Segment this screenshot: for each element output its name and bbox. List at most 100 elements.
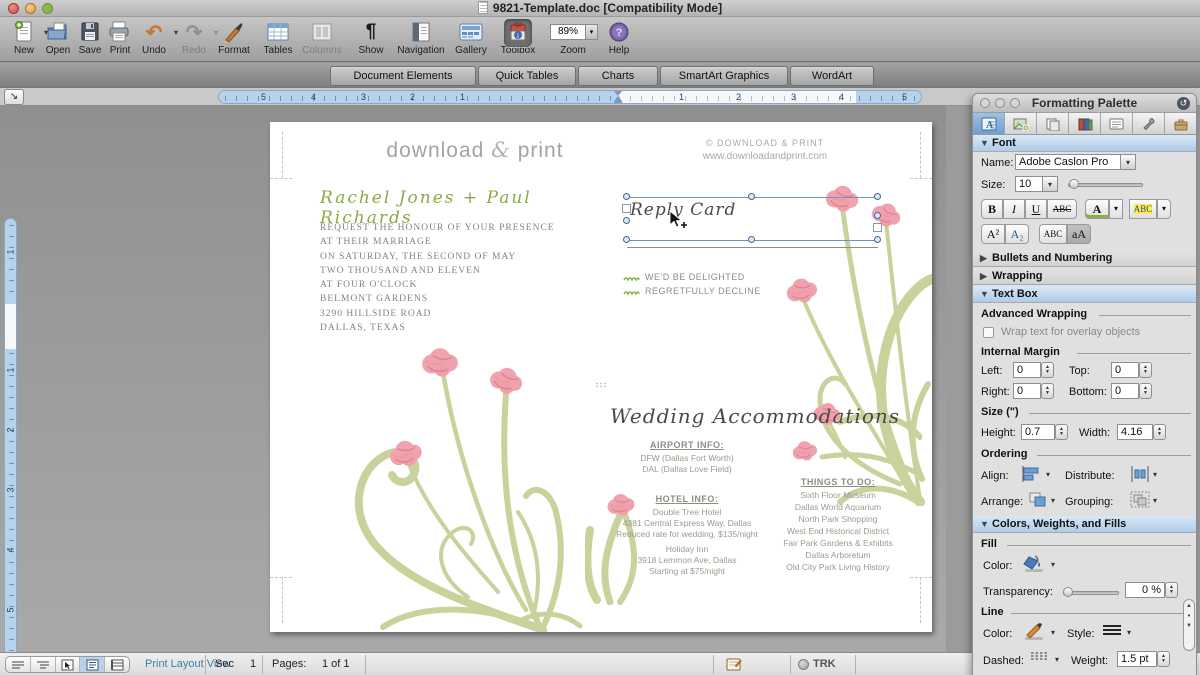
format-button[interactable]: Format — [212, 19, 256, 61]
line-color-pencil-icon[interactable] — [1021, 621, 1047, 643]
tab-quick-tables[interactable]: Quick Tables — [478, 66, 576, 86]
margin-right-field[interactable]: 0 — [1013, 383, 1041, 399]
tab-wordart[interactable]: WordArt — [790, 66, 874, 86]
strikethrough-button[interactable]: ABC — [1047, 199, 1077, 219]
zoom-dropdown-caret[interactable]: ▾ — [586, 24, 598, 40]
arrange-icon[interactable] — [1027, 490, 1049, 510]
formatting-palette-tab[interactable]: A — [973, 113, 1005, 134]
font-size-slider[interactable] — [1068, 183, 1143, 187]
superscript-button[interactable]: A² — [981, 224, 1005, 244]
change-case-button[interactable]: aA — [1067, 224, 1091, 244]
tables-button[interactable]: Tables — [256, 19, 300, 61]
margin-left-field[interactable]: 0 — [1013, 362, 1041, 378]
horizontal-ruler[interactable]: 5 4 3 2 1 1 2 3 4 5 — [218, 90, 922, 104]
palette-scroll-control[interactable]: ▲ • ▼ — [1183, 599, 1195, 651]
weight-stepper[interactable]: ▲▼ — [1157, 651, 1170, 667]
undo-button[interactable]: ↶ Undo ▾ — [132, 19, 176, 61]
distribute-icon[interactable] — [1129, 465, 1151, 483]
track-changes-sphere-icon[interactable] — [798, 659, 809, 670]
zoom-value-field[interactable]: 89% — [550, 24, 586, 40]
selection-handle[interactable] — [623, 217, 630, 224]
transparency-field[interactable]: 0 % — [1125, 582, 1165, 598]
selection-handle[interactable] — [874, 236, 881, 243]
transparency-stepper[interactable]: ▲▼ — [1165, 582, 1178, 598]
small-caps-button[interactable]: ABC — [1039, 224, 1067, 244]
section-header-font[interactable]: ▼Font — [973, 135, 1196, 152]
arrange-dropdown[interactable]: ▾ — [1051, 496, 1055, 505]
transparency-slider-thumb[interactable] — [1063, 587, 1073, 597]
section-header-colors[interactable]: ▼Colors, Weights, and Fills — [973, 516, 1196, 533]
citations-tab[interactable] — [1101, 113, 1133, 134]
grouping-icon[interactable] — [1129, 490, 1151, 510]
zoom-control[interactable]: 89% ▾ Zoom — [545, 19, 601, 61]
track-changes-label[interactable]: TRK — [813, 658, 836, 670]
selection-handle[interactable] — [623, 236, 630, 243]
align-dropdown[interactable]: ▾ — [1046, 470, 1050, 479]
vertical-ruler[interactable]: 1 1 2 3 4 5 6 7 — [4, 218, 17, 652]
distribute-dropdown[interactable]: ▾ — [1153, 470, 1157, 479]
indent-marker[interactable] — [613, 91, 622, 104]
weight-field[interactable]: 1.5 pt — [1117, 651, 1157, 667]
palette-title-bar[interactable]: Formatting Palette ↺ — [973, 94, 1196, 113]
align-icon[interactable] — [1021, 465, 1043, 483]
line-style-dropdown[interactable]: ▾ — [1127, 628, 1131, 637]
help-button[interactable]: ? Help — [600, 19, 638, 61]
margin-left-stepper[interactable]: ▲▼ — [1041, 362, 1054, 378]
palette-rotate-icon[interactable]: ↺ — [1177, 97, 1190, 110]
section-header-bullets[interactable]: ▶Bullets and Numbering — [973, 250, 1196, 267]
height-stepper[interactable]: ▲▼ — [1055, 424, 1068, 440]
font-color-button[interactable]: A — [1085, 199, 1109, 219]
margin-top-field[interactable]: 0 — [1111, 362, 1139, 378]
bold-button[interactable]: B — [981, 199, 1003, 219]
tab-charts[interactable]: Charts — [578, 66, 658, 86]
font-color-dropdown[interactable]: ▾ — [1109, 199, 1123, 219]
draft-view-button[interactable] — [6, 657, 31, 672]
margin-bottom-field[interactable]: 0 — [1111, 383, 1139, 399]
print-layout-view-button[interactable] — [80, 657, 105, 672]
project-palette-tab[interactable] — [1165, 113, 1196, 134]
line-color-dropdown[interactable]: ▾ — [1051, 628, 1055, 637]
margin-bottom-stepper[interactable]: ▲▼ — [1139, 383, 1152, 399]
font-name-field[interactable]: Adobe Caslon Pro — [1015, 154, 1121, 170]
tab-document-elements[interactable]: Document Elements — [330, 66, 476, 86]
document-page[interactable]: download & print Rachel Jones + Paul Ric… — [270, 122, 932, 632]
font-size-dropdown[interactable]: ▾ — [1043, 176, 1058, 192]
width-field[interactable]: 4.16 — [1117, 424, 1153, 440]
section-header-wrapping[interactable]: ▶Wrapping — [973, 268, 1196, 285]
spelling-status-icon[interactable] — [725, 656, 743, 675]
highlight-button[interactable]: ABC — [1129, 199, 1157, 219]
selection-square-handle[interactable] — [622, 204, 631, 213]
show-button[interactable]: ¶ Show — [349, 19, 393, 61]
outline-view-button[interactable] — [31, 657, 56, 672]
notebook-view-button[interactable] — [105, 657, 129, 672]
navigation-button[interactable]: Navigation — [393, 19, 449, 61]
reference-tools-tab[interactable] — [1069, 113, 1101, 134]
font-size-slider-thumb[interactable] — [1069, 179, 1079, 189]
object-palette-tab[interactable] — [1005, 113, 1037, 134]
selection-handle[interactable] — [874, 212, 881, 219]
selection-handle[interactable] — [623, 193, 630, 200]
selection-handle[interactable] — [748, 193, 755, 200]
wrap-text-checkbox[interactable] — [983, 327, 994, 338]
tab-type-selector[interactable]: ↘ — [4, 89, 24, 105]
section-header-textbox[interactable]: ▼Text Box — [973, 286, 1196, 303]
height-field[interactable]: 0.7 — [1021, 424, 1055, 440]
dashed-style-icon[interactable] — [1029, 648, 1051, 664]
toolbox-button[interactable]: i Toolbox — [493, 19, 543, 61]
selection-handle[interactable] — [874, 193, 881, 200]
subscript-button[interactable]: A₂ — [1005, 224, 1029, 244]
line-style-icon[interactable] — [1101, 622, 1123, 638]
highlight-dropdown[interactable]: ▾ — [1157, 199, 1171, 219]
fill-color-dropdown[interactable]: ▾ — [1051, 560, 1055, 569]
font-name-dropdown[interactable]: ▾ — [1121, 154, 1136, 170]
width-stepper[interactable]: ▲▼ — [1153, 424, 1166, 440]
compatibility-report-tab[interactable] — [1133, 113, 1165, 134]
margin-top-stepper[interactable]: ▲▼ — [1139, 362, 1152, 378]
italic-button[interactable]: I — [1003, 199, 1025, 219]
fill-color-bucket-icon[interactable] — [1021, 553, 1047, 575]
scrapbook-tab[interactable] — [1037, 113, 1069, 134]
gallery-button[interactable]: Gallery — [449, 19, 493, 61]
underline-button[interactable]: U — [1025, 199, 1047, 219]
dashed-dropdown[interactable]: ▾ — [1055, 655, 1059, 664]
selection-handle[interactable] — [748, 236, 755, 243]
